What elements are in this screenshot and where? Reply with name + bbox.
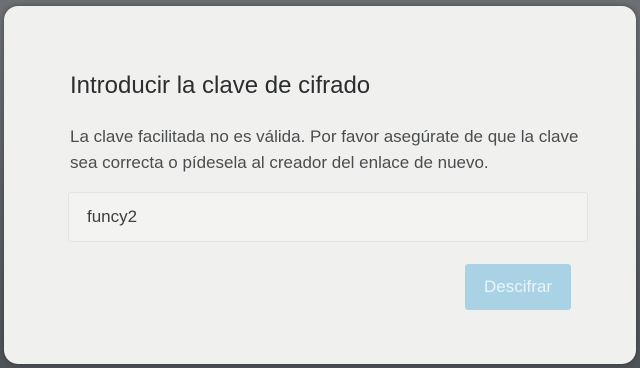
encryption-key-input[interactable]: [68, 192, 588, 242]
encryption-key-dialog: Introducir la clave de cifrado La clave …: [4, 6, 636, 364]
invalid-key-message: La clave facilitada no es válida. Por fa…: [70, 127, 579, 172]
dialog-title: Introducir la clave de cifrado: [70, 72, 371, 99]
decrypt-button[interactable]: Descifrar: [465, 264, 571, 310]
